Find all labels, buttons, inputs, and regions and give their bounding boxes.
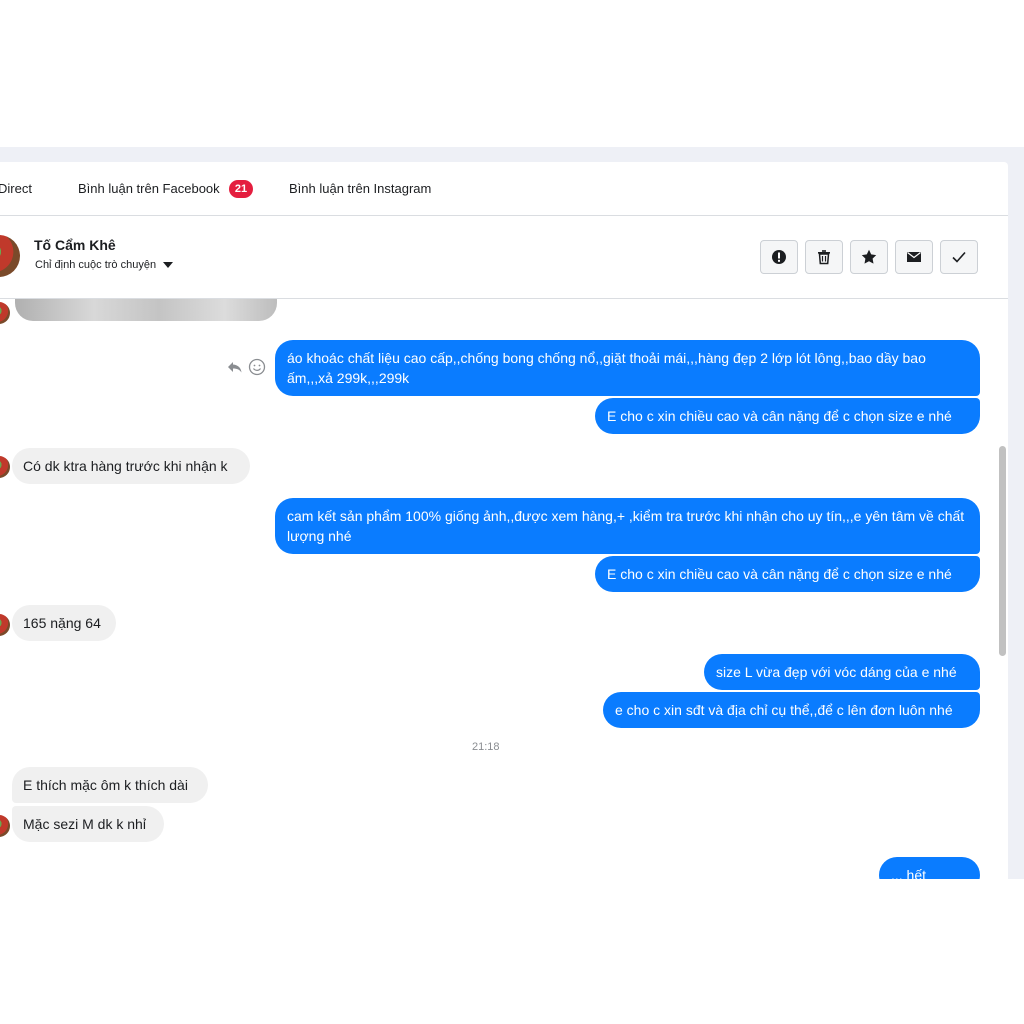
mark-unread-button[interactable] [895,240,933,274]
message-timestamp: 21:18 [472,741,500,753]
message-thread[interactable]: áo khoác chất liệu cao cấp,,chống bong c… [0,299,1008,879]
contact-name[interactable]: Tố Cẩm Khê [34,237,116,253]
message-bubble-outgoing[interactable]: E cho c xin chiều cao và cân nặng để c c… [595,556,980,592]
mark-done-button[interactable] [940,240,978,274]
message-bubble-incoming[interactable]: Có dk ktra hàng trước khi nhận k [12,448,250,484]
report-icon [772,250,786,264]
message-bubble-outgoing[interactable]: e cho c xin sđt và địa chỉ cụ thể,,để c … [603,692,980,728]
contact-avatar-small [0,456,10,478]
message-bubble-incoming[interactable]: 165 nặng 64 [12,605,116,641]
assign-conversation-dropdown[interactable]: Chỉ định cuộc trò chuyện [35,259,174,271]
contact-avatar-small [0,614,10,636]
assign-conversation-label: Chỉ định cuộc trò chuyện [35,259,157,271]
message-bubble-incoming[interactable]: E thích mặc ôm k thích dài [12,767,208,803]
star-button[interactable] [850,240,888,274]
star-icon [861,249,877,264]
contact-avatar[interactable] [0,235,20,277]
message-bubble-outgoing[interactable]: ... hết [879,857,980,879]
check-icon [952,251,966,263]
shared-photo[interactable] [15,299,277,321]
message-bubble-incoming[interactable]: Mặc sezi M dk k nhỉ [12,806,164,842]
contact-avatar-small [0,815,10,837]
conversation-header: Tố Cẩm Khê Chỉ định cuộc trò chuyện [0,216,1008,299]
tab-direct[interactable]: Direct [0,181,32,196]
message-bubble-outgoing[interactable]: E cho c xin chiều cao và cân nặng để c c… [595,398,980,434]
caret-down-icon [163,262,174,269]
thread-scrollbar[interactable] [999,446,1006,656]
inbox-panel: Direct Bình luận trên Facebook 21 Bình l… [0,162,1008,879]
facebook-comments-badge: 21 [229,180,253,198]
tab-bar: Direct Bình luận trên Facebook 21 Bình l… [0,162,1008,216]
message-bubble-outgoing[interactable]: áo khoác chất liệu cao cấp,,chống bong c… [275,340,980,396]
mail-icon [907,252,921,262]
reply-icon[interactable] [226,358,244,376]
message-bubble-outgoing[interactable]: size L vừa đẹp với vóc dáng của e nhé [704,654,980,690]
tab-instagram-comments[interactable]: Bình luận trên Instagram [289,181,431,196]
tab-facebook-comments[interactable]: Bình luận trên Facebook [78,181,220,196]
report-button[interactable] [760,240,798,274]
emoji-reaction-icon[interactable] [248,358,266,376]
message-bubble-outgoing[interactable]: cam kết sản phẩm 100% giống ảnh,,được xe… [275,498,980,554]
contact-avatar-small [0,302,10,324]
delete-button[interactable] [805,240,843,274]
trash-icon [818,250,830,265]
message-hover-actions [226,358,266,376]
